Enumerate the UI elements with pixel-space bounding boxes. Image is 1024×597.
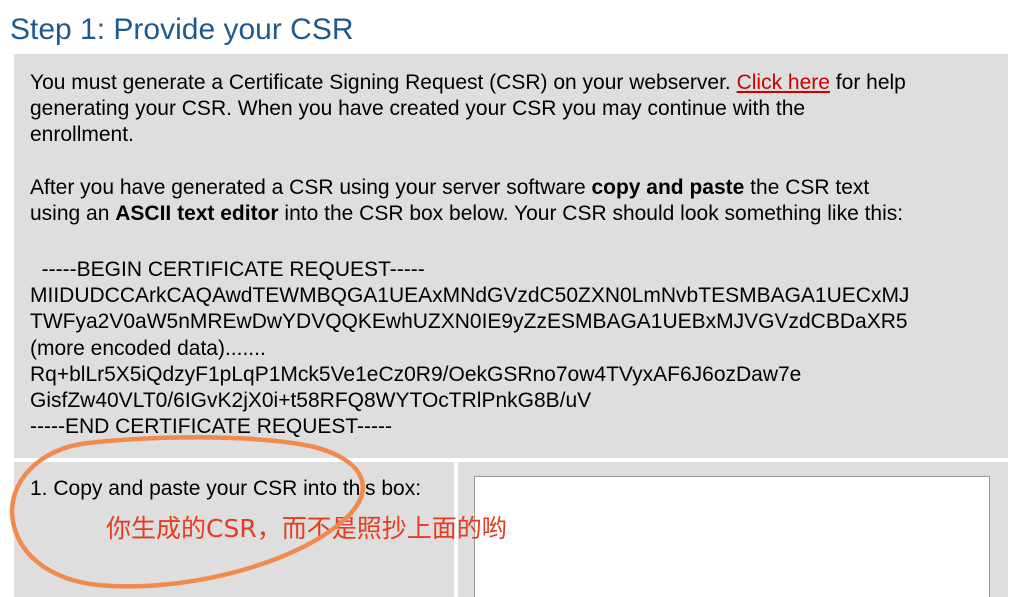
intro-text-3: generating your CSR. When you have creat… bbox=[30, 97, 806, 120]
paste-text-3: using an bbox=[30, 202, 116, 225]
copy-and-paste-emphasis: copy and paste bbox=[591, 176, 745, 199]
step-title: Step 1: Provide your CSR bbox=[10, 13, 354, 46]
click-here-link[interactable]: Click here bbox=[737, 71, 830, 94]
csr-textarea[interactable] bbox=[474, 476, 990, 597]
csr-sample-block: -----BEGIN CERTIFICATE REQUEST----- MIIDU… bbox=[30, 257, 909, 440]
intro-text-4: enrollment. bbox=[30, 123, 134, 146]
csr-sample-line: TWFya2V0aW5nMREwDwYDVQQKEwhUZXN0IE9yZzES… bbox=[30, 310, 908, 334]
intro-text-2: for help bbox=[829, 71, 906, 94]
csr-field-label: 1. Copy and paste your CSR into this box… bbox=[30, 477, 422, 500]
intro-paragraph: You must generate a Certificate Signing … bbox=[30, 70, 906, 148]
csr-input-cell bbox=[458, 462, 1008, 597]
csr-sample-line: -----END CERTIFICATE REQUEST----- bbox=[30, 415, 393, 439]
intro-text-1: You must generate a Certificate Signing … bbox=[30, 71, 737, 94]
csr-sample-line: MIIDUDCCArkCAQAwdTEWMBQGA1UEAxMNdGVzdC50… bbox=[30, 284, 910, 308]
csr-sample-line: (more encoded data)....... bbox=[30, 336, 266, 360]
paste-text-2: the CSR text bbox=[744, 176, 870, 199]
paste-text-4: into the CSR box below. Your CSR should … bbox=[278, 202, 904, 225]
ascii-editor-emphasis: ASCII text editor bbox=[115, 202, 279, 225]
csr-sample-line: Rq+blLr5X5iQdzyF1pLqP1Mck5Ve1eCz0R9/OekG… bbox=[30, 362, 802, 386]
csr-enrollment-page: Step 1: Provide your CSR You must genera… bbox=[0, 0, 1024, 597]
annotation-note: 你生成的CSR，而不是照抄上面的哟 bbox=[106, 514, 507, 543]
instructions-panel: You must generate a Certificate Signing … bbox=[14, 54, 1008, 458]
csr-sample-line: -----BEGIN CERTIFICATE REQUEST----- bbox=[30, 258, 425, 281]
paste-text-1: After you have generated a CSR using you… bbox=[30, 176, 592, 199]
csr-sample-line: GisfZw40VLT0/6IGvK2jX0i+t58RFQ8WYTOcTRlP… bbox=[30, 389, 592, 413]
paste-instructions-paragraph: After you have generated a CSR using you… bbox=[30, 175, 903, 227]
